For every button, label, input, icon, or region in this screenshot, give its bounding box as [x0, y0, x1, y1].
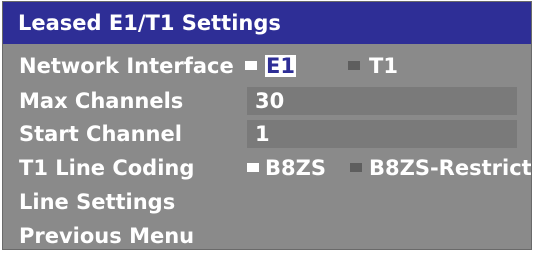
e1-radio-indicator[interactable]	[245, 61, 257, 70]
b8zs-restrict-option[interactable]: B8ZS-Restrict	[369, 152, 531, 184]
e1-option[interactable]: E1	[265, 55, 296, 77]
start-channel-row[interactable]: Start Channel 1	[3, 118, 531, 150]
t1-option[interactable]: T1	[369, 50, 398, 82]
network-interface-row[interactable]: Network Interface E1 T1	[3, 50, 531, 82]
max-channels-label: Max Channels	[19, 89, 184, 113]
start-channel-field[interactable]: 1	[247, 120, 517, 148]
line-settings-label: Line Settings	[19, 190, 176, 214]
start-channel-label: Start Channel	[19, 122, 182, 146]
b8zs-option[interactable]: B8ZS	[265, 152, 326, 184]
b8zs-radio-indicator[interactable]	[247, 163, 259, 172]
t1-radio-indicator[interactable]	[348, 61, 360, 70]
menu-title: Leased E1/T1 Settings	[3, 2, 531, 44]
max-channels-row[interactable]: Max Channels 30	[3, 85, 531, 117]
max-channels-field[interactable]: 30	[247, 87, 517, 115]
settings-menu: Leased E1/T1 Settings Network Interface …	[2, 1, 532, 250]
previous-menu-label: Previous Menu	[19, 224, 195, 248]
previous-menu-item[interactable]: Previous Menu	[3, 220, 531, 249]
b8zs-restrict-radio-indicator[interactable]	[350, 163, 362, 172]
line-settings-item[interactable]: Line Settings	[3, 186, 531, 218]
t1-line-coding-label: T1 Line Coding	[19, 156, 195, 180]
t1-line-coding-row[interactable]: T1 Line Coding B8ZS B8ZS-Restrict	[3, 152, 531, 184]
network-interface-label: Network Interface	[19, 54, 234, 78]
